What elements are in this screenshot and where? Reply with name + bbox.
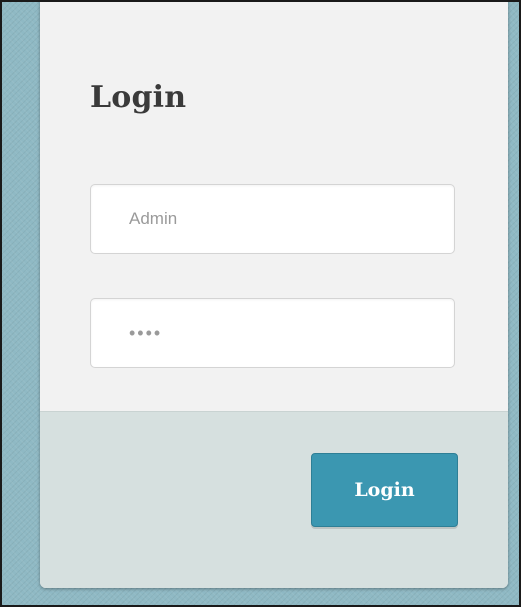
page-background: { "login_form": { "title": "Login", "use… (0, 0, 521, 607)
username-input[interactable] (90, 184, 455, 254)
login-form-footer: Login (40, 411, 508, 588)
password-input[interactable] (90, 298, 455, 368)
login-button[interactable]: Login (311, 453, 458, 527)
login-card: Login Login (40, 0, 508, 588)
login-form-body: Login (40, 0, 508, 411)
login-title: Login (90, 80, 187, 115)
